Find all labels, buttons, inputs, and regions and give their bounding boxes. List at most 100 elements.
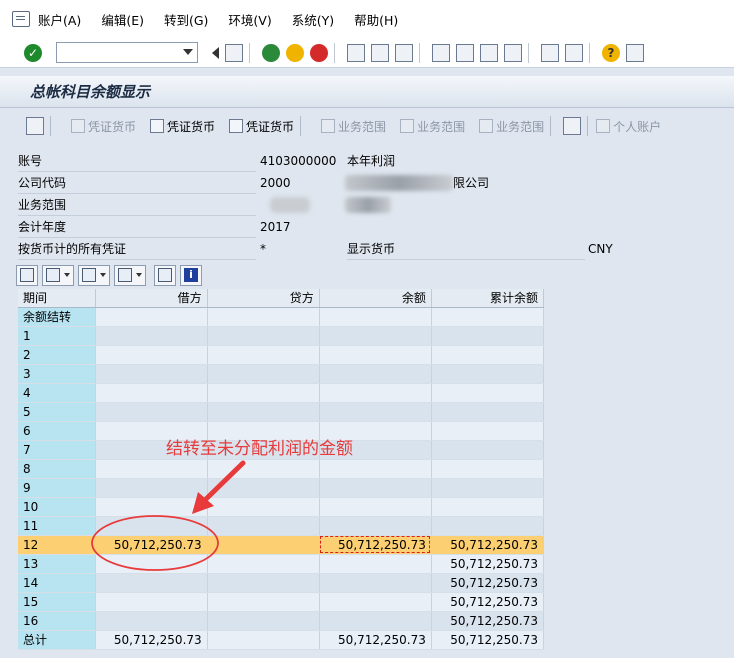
save-icon[interactable] bbox=[225, 43, 243, 62]
debit-cell[interactable] bbox=[95, 592, 208, 612]
column-header-debit[interactable]: 借方 bbox=[95, 289, 208, 308]
debit-cell[interactable] bbox=[95, 345, 208, 365]
balance-cell[interactable] bbox=[319, 364, 432, 384]
menu-system[interactable]: 系统(Y) bbox=[292, 10, 334, 29]
period-cell[interactable]: 13 bbox=[18, 554, 96, 574]
debit-cell[interactable] bbox=[95, 402, 208, 422]
find-next-icon[interactable] bbox=[395, 43, 413, 62]
new-session-icon[interactable] bbox=[541, 43, 559, 62]
export-menu-button[interactable] bbox=[78, 264, 110, 286]
credit-cell[interactable] bbox=[207, 364, 320, 384]
table-row[interactable]: 1 bbox=[18, 326, 545, 346]
cumulative-cell[interactable]: 50,712,250.73 bbox=[431, 573, 545, 593]
credit-cell[interactable] bbox=[207, 402, 320, 422]
cumulative-cell[interactable] bbox=[431, 516, 545, 536]
balance-cell-selected[interactable]: 50,712,250.73 bbox=[319, 535, 432, 555]
credit-cell[interactable] bbox=[207, 592, 320, 612]
doc-currency-button-2[interactable]: 凭证货币 bbox=[150, 118, 215, 135]
cumulative-cell[interactable] bbox=[431, 421, 545, 441]
last-page-icon[interactable] bbox=[504, 43, 522, 62]
table-row[interactable]: 8 bbox=[18, 459, 545, 479]
credit-cell[interactable] bbox=[207, 573, 320, 593]
credit-cell[interactable] bbox=[207, 611, 320, 631]
cumulative-cell[interactable] bbox=[431, 497, 545, 517]
period-cell[interactable]: 16 bbox=[18, 611, 96, 631]
debit-cell[interactable]: 50,712,250.73 bbox=[95, 535, 208, 555]
period-cell[interactable]: 1 bbox=[18, 326, 96, 346]
period-cell[interactable]: 8 bbox=[18, 459, 96, 479]
cumulative-cell[interactable]: 50,712,250.73 bbox=[431, 554, 545, 574]
balance-cell[interactable] bbox=[319, 459, 432, 479]
balance-cell[interactable] bbox=[319, 554, 432, 574]
balance-cell[interactable] bbox=[319, 383, 432, 403]
balance-cell[interactable] bbox=[319, 307, 432, 327]
table-row[interactable]: 10 bbox=[18, 497, 545, 517]
business-area-button-2[interactable]: 业务范围 bbox=[400, 118, 465, 135]
debit-cell[interactable] bbox=[95, 307, 208, 327]
shortcut-icon[interactable] bbox=[565, 43, 583, 62]
credit-cell[interactable] bbox=[207, 345, 320, 365]
credit-cell[interactable] bbox=[207, 535, 320, 555]
exit-icon[interactable] bbox=[286, 43, 304, 62]
command-input[interactable] bbox=[57, 43, 177, 62]
back-icon[interactable] bbox=[262, 43, 280, 62]
table-row-total[interactable]: 总计 50,712,250.73 50,712,250.73 50,712,250.7… bbox=[18, 630, 545, 650]
credit-cell[interactable] bbox=[207, 630, 320, 650]
table-row[interactable]: 余额结转 bbox=[18, 307, 545, 327]
layout-menu-button[interactable] bbox=[114, 264, 146, 286]
table-row[interactable]: 4 bbox=[18, 383, 545, 403]
cumulative-cell[interactable]: 50,712,250.73 bbox=[431, 611, 545, 631]
cumulative-cell[interactable] bbox=[431, 478, 545, 498]
period-cell[interactable]: 余额结转 bbox=[18, 307, 96, 327]
balance-cell[interactable]: 50,712,250.73 bbox=[319, 630, 432, 650]
menu-help[interactable]: 帮助(H) bbox=[354, 10, 398, 29]
period-cell[interactable]: 9 bbox=[18, 478, 96, 498]
print-icon[interactable] bbox=[347, 43, 365, 62]
table-row[interactable]: 9 bbox=[18, 478, 545, 498]
column-header-credit[interactable]: 贷方 bbox=[207, 289, 320, 308]
credit-cell[interactable] bbox=[207, 459, 320, 479]
calculator-icon[interactable] bbox=[563, 117, 582, 135]
debit-cell[interactable] bbox=[95, 478, 208, 498]
period-cell[interactable]: 3 bbox=[18, 364, 96, 384]
period-cell[interactable]: 4 bbox=[18, 383, 96, 403]
balance-cell[interactable] bbox=[319, 402, 432, 422]
cumulative-cell[interactable] bbox=[431, 383, 545, 403]
previous-page-icon[interactable] bbox=[456, 43, 474, 62]
chevron-down-icon[interactable] bbox=[183, 49, 193, 55]
chart-button[interactable] bbox=[154, 264, 176, 286]
credit-cell[interactable] bbox=[207, 516, 320, 536]
table-row[interactable]: 2 bbox=[18, 345, 545, 365]
debit-cell[interactable] bbox=[95, 573, 208, 593]
debit-cell[interactable] bbox=[95, 497, 208, 517]
business-area-button-1[interactable]: 业务范围 bbox=[321, 118, 386, 135]
info-button[interactable]: i bbox=[180, 264, 202, 286]
cumulative-cell[interactable] bbox=[431, 307, 545, 327]
cumulative-cell[interactable]: 50,712,250.73 bbox=[431, 592, 545, 612]
period-cell[interactable]: 14 bbox=[18, 573, 96, 593]
period-cell[interactable]: 7 bbox=[18, 440, 96, 460]
period-cell[interactable]: 6 bbox=[18, 421, 96, 441]
balance-cell[interactable] bbox=[319, 592, 432, 612]
column-header-balance[interactable]: 余额 bbox=[319, 289, 432, 308]
period-cell[interactable]: 10 bbox=[18, 497, 96, 517]
doc-currency-button-1[interactable]: 凭证货币 bbox=[71, 118, 136, 135]
next-page-icon[interactable] bbox=[480, 43, 498, 62]
balance-cell[interactable] bbox=[319, 478, 432, 498]
find-icon[interactable] bbox=[371, 43, 389, 62]
cumulative-cell[interactable]: 50,712,250.73 bbox=[431, 535, 545, 555]
cumulative-cell[interactable] bbox=[431, 459, 545, 479]
debit-cell[interactable] bbox=[95, 326, 208, 346]
table-row[interactable]: 13 50,712,250.73 bbox=[18, 554, 545, 574]
collapse-left-icon[interactable] bbox=[212, 46, 219, 59]
menu-icon[interactable] bbox=[12, 11, 30, 27]
cumulative-cell[interactable] bbox=[431, 402, 545, 422]
period-cell[interactable]: 15 bbox=[18, 592, 96, 612]
print-button[interactable] bbox=[16, 264, 38, 286]
balance-cell[interactable] bbox=[319, 611, 432, 631]
credit-cell[interactable] bbox=[207, 383, 320, 403]
table-row[interactable]: 14 50,712,250.73 bbox=[18, 573, 545, 593]
credit-cell[interactable] bbox=[207, 326, 320, 346]
enter-check-icon[interactable]: ✓ bbox=[24, 43, 42, 62]
balance-cell[interactable] bbox=[319, 345, 432, 365]
